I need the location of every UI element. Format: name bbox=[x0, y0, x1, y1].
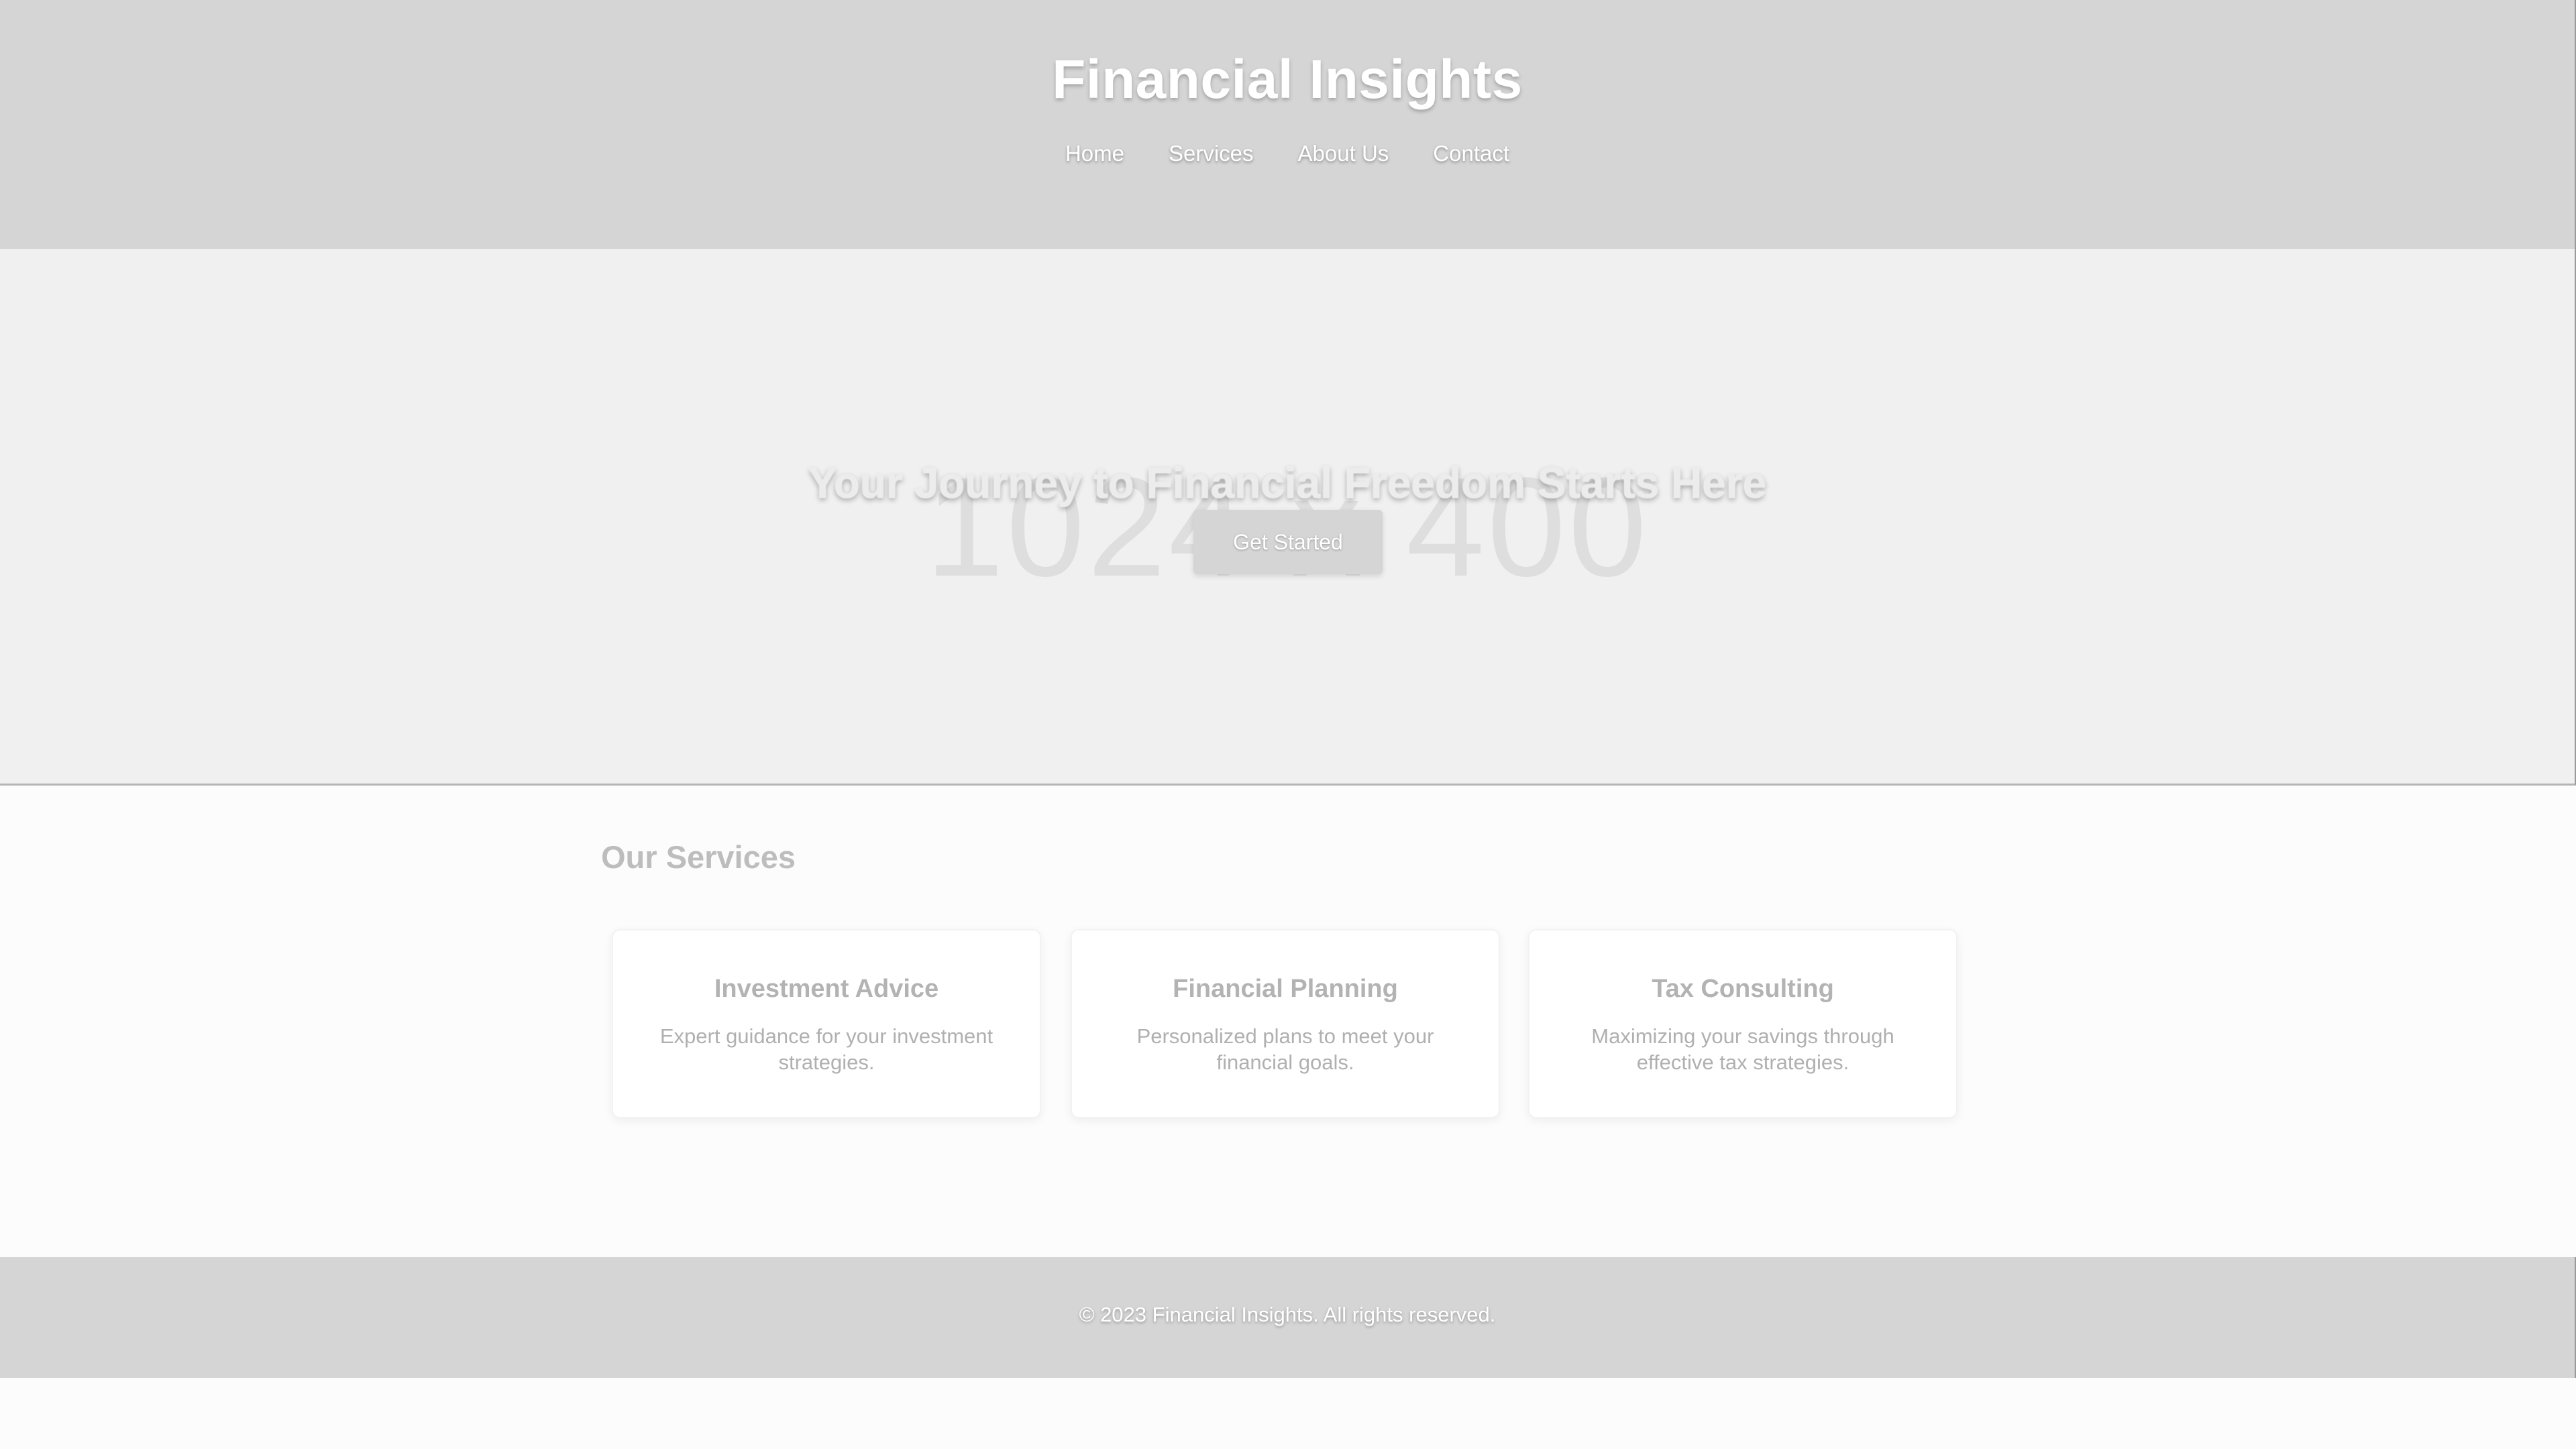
nav-link-contact[interactable]: Contact bbox=[1433, 141, 1509, 166]
hero-section: 1024 x 400 Your Journey to Financial Fre… bbox=[0, 249, 2576, 786]
service-card-title: Tax Consulting bbox=[1652, 975, 1834, 1003]
nav-link-services[interactable]: Services bbox=[1169, 141, 1254, 166]
footer-copyright: © 2023 Financial Insights. All rights re… bbox=[1079, 1303, 1496, 1326]
service-card-tax-consulting: Tax Consulting Maximizing your savings t… bbox=[1528, 929, 1957, 1118]
site-title: Financial Insights bbox=[1052, 49, 1523, 110]
main-nav: Home Services About Us Contact bbox=[0, 141, 2575, 166]
service-card-description: Personalized plans to meet your financia… bbox=[1136, 1024, 1434, 1074]
services-heading: Our Services bbox=[601, 839, 796, 875]
service-card-financial-planning: Financial Planning Personalized plans to… bbox=[1071, 929, 1500, 1118]
service-card-investment-advice: Investment Advice Expert guidance for yo… bbox=[612, 929, 1041, 1118]
service-card-description: Expert guidance for your investment stra… bbox=[659, 1024, 994, 1074]
service-card-title: Investment Advice bbox=[714, 975, 939, 1003]
nav-link-about-us[interactable]: About Us bbox=[1298, 141, 1389, 166]
hero-title: Your Journey to Financial Freedom Starts… bbox=[808, 459, 1767, 507]
site-footer: © 2023 Financial Insights. All rights re… bbox=[0, 1257, 2576, 1378]
get-started-button[interactable]: Get Started bbox=[1193, 510, 1383, 574]
service-card-title: Financial Planning bbox=[1173, 975, 1398, 1003]
nav-link-home[interactable]: Home bbox=[1065, 141, 1124, 166]
service-card-description: Maximizing your savings through effectiv… bbox=[1591, 1024, 1894, 1074]
site-header: Financial Insights Home Services About U… bbox=[0, 0, 2576, 249]
page: Financial Insights Home Services About U… bbox=[0, 0, 2576, 1449]
